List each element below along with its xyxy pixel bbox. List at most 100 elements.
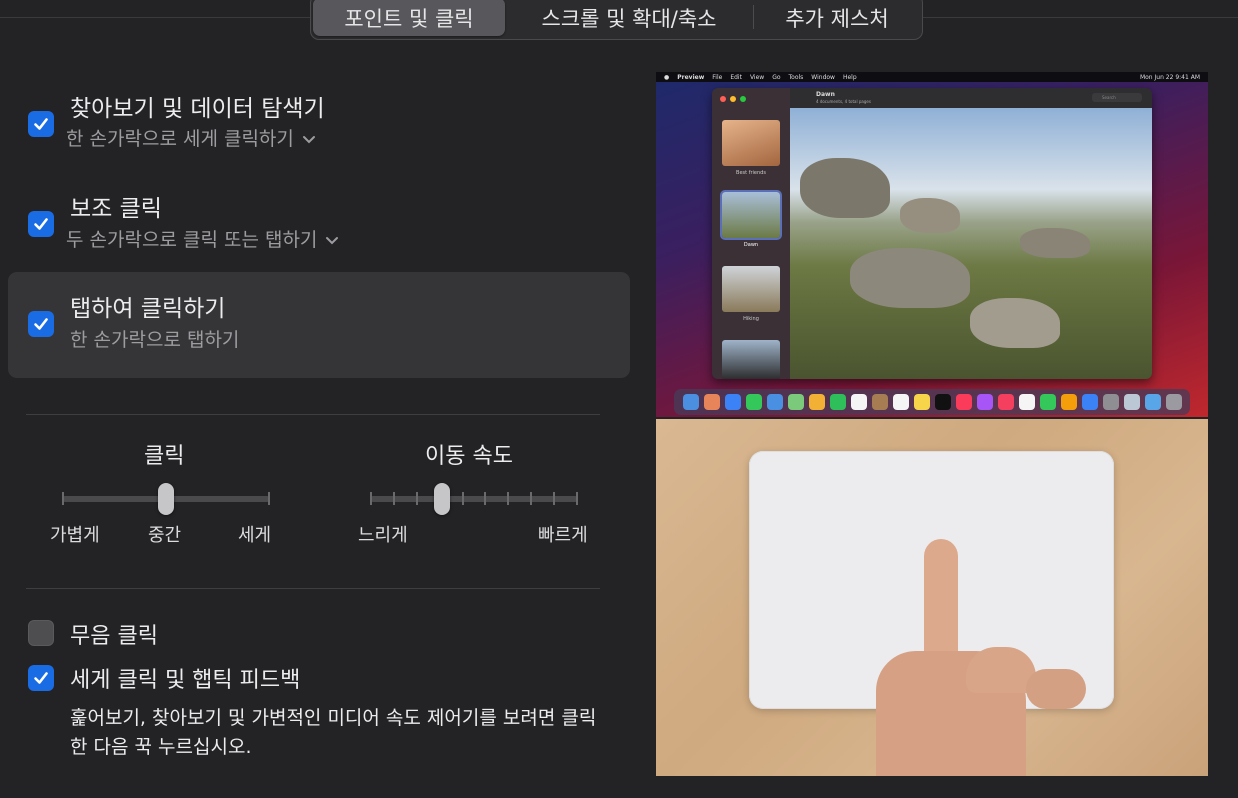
secondary-click-subtitle: 두 손가락으로 클릭 또는 탭하기	[66, 229, 318, 251]
zoom-icon	[740, 96, 746, 102]
curled-fingers	[1026, 669, 1086, 709]
tracking-speed-track[interactable]	[370, 496, 578, 502]
menubar-item: File	[712, 73, 723, 81]
reminders-icon	[892, 394, 909, 410]
menubar-item: Preview	[677, 73, 705, 81]
preview-sidebar: Best friends Dawn Hiking	[712, 88, 790, 379]
slider-tick	[530, 492, 532, 505]
gesture-preview-video: ● Preview File Edit View Go Tools Window…	[656, 72, 1208, 776]
maps-icon	[787, 394, 804, 410]
tv-icon	[934, 394, 951, 410]
finder-icon	[682, 394, 699, 410]
click-slider-thumb[interactable]	[158, 483, 174, 515]
force-click-description: 훑어보기, 찾아보기 및 가변적인 미디어 속도 제어기를 보려면 클릭한 다음…	[70, 707, 597, 758]
podcasts-icon	[976, 394, 993, 410]
click-slider-title: 클릭	[144, 444, 185, 469]
numbers-icon	[1039, 394, 1056, 410]
divider	[26, 414, 600, 415]
tracking-speed-title: 이동 속도	[425, 444, 513, 469]
safari-icon	[724, 394, 741, 410]
mail-icon	[766, 394, 783, 410]
slider-tick	[370, 492, 372, 505]
checkmark-icon	[34, 672, 48, 684]
slider-tick	[393, 492, 395, 505]
preview-toolbar: Dawn 4 documents, 4 total pages Search	[790, 88, 1152, 108]
menubar-item: Window	[811, 73, 835, 81]
tab-point-and-click[interactable]: 포인트 및 클릭	[313, 0, 505, 36]
thumbnail-hiking	[722, 266, 780, 312]
photo-rock	[900, 198, 960, 233]
preview-desk-trackpad	[656, 419, 1208, 776]
trash-icon	[1165, 394, 1182, 410]
click-slider-medium-label: 중간	[148, 525, 182, 546]
calendar-icon	[850, 394, 867, 410]
search-field: Search	[1092, 93, 1142, 102]
apple-icon: ●	[664, 73, 670, 81]
menubar-clock: Mon Jun 22 9:41 AM	[1139, 73, 1200, 81]
tab-scroll-and-zoom[interactable]: 스크롤 및 확대/축소	[505, 0, 753, 36]
preview-app-icon	[1123, 394, 1140, 410]
checkmark-icon	[34, 218, 48, 230]
window-controls	[720, 96, 746, 102]
tap-to-click-checkbox[interactable]	[28, 311, 54, 337]
slider-tick	[507, 492, 509, 505]
facetime-icon	[829, 394, 846, 410]
tab-bar: 포인트 및 클릭 스크롤 및 확대/축소 추가 제스처	[310, 0, 923, 40]
divider	[26, 588, 600, 589]
preview-menubar: ● Preview File Edit View Go Tools Window…	[656, 72, 1208, 82]
slider-tick	[62, 492, 64, 505]
minimize-icon	[730, 96, 736, 102]
tracking-speed-fast-label: 빠르게	[538, 525, 588, 546]
slider-tick	[268, 492, 270, 505]
menubar-item: View	[749, 73, 765, 81]
preview-mac-screen: ● Preview File Edit View Go Tools Window…	[656, 72, 1208, 417]
tracking-speed-slow-label: 느리게	[358, 525, 408, 546]
slider-tick	[576, 492, 578, 505]
thumbnail-caption: Hiking	[743, 316, 759, 322]
lookup-checkbox[interactable]	[28, 111, 54, 137]
system-preferences-icon	[1102, 394, 1119, 410]
thumbnail-dawn	[720, 190, 782, 240]
preview-dock	[674, 389, 1190, 415]
thumbnail-best-friends	[722, 120, 780, 166]
tracking-speed-thumb[interactable]	[434, 483, 450, 515]
photos-icon	[808, 394, 825, 410]
secondary-click-gesture-dropdown[interactable]: 두 손가락으로 클릭 또는 탭하기	[66, 225, 339, 252]
lookup-subtitle: 한 손가락으로 세게 클릭하기	[66, 128, 294, 150]
chevron-down-icon	[302, 136, 315, 144]
tap-to-click-title: 탭하여 클릭하기	[70, 296, 226, 322]
pages-icon	[1060, 394, 1077, 410]
menubar-item: Help	[842, 73, 857, 81]
tap-to-click-subtitle: 한 손가락으로 탭하기	[70, 329, 240, 351]
lookup-gesture-dropdown[interactable]: 한 손가락으로 세게 클릭하기	[66, 124, 316, 151]
click-slider-firm-label: 세게	[238, 525, 272, 546]
notes-icon	[913, 394, 930, 410]
secondary-click-checkbox[interactable]	[28, 211, 54, 237]
slider-tick	[462, 492, 464, 505]
app-store-icon	[1081, 394, 1098, 410]
close-icon	[720, 96, 726, 102]
secondary-click-title: 보조 클릭	[70, 196, 162, 222]
force-click-label: 세게 클릭 및 햅틱 피드백	[70, 668, 301, 693]
messages-icon	[745, 394, 762, 410]
slider-tick	[416, 492, 418, 505]
menubar-item: Tools	[788, 73, 804, 81]
photo-rock	[970, 298, 1060, 348]
music-icon	[955, 394, 972, 410]
contacts-icon	[871, 394, 888, 410]
news-icon	[997, 394, 1014, 410]
thumbnail-caption: Dawn	[743, 242, 759, 248]
photo-rock	[1020, 228, 1090, 258]
photo-rock	[800, 158, 890, 218]
silent-click-checkbox[interactable]	[28, 620, 54, 646]
preview-app-window: Best friends Dawn Hiking Dawn 4 document…	[712, 88, 1152, 379]
checkmark-icon	[34, 118, 48, 130]
window-subtitle: 4 documents, 4 total pages	[816, 99, 871, 104]
lookup-title: 찾아보기 및 데이터 탐색기	[70, 96, 325, 122]
preview-main-photo	[790, 108, 1152, 379]
force-click-checkbox[interactable]	[28, 665, 54, 691]
slider-tick	[553, 492, 555, 505]
tab-more-gestures[interactable]: 추가 제스처	[754, 0, 920, 36]
chevron-down-icon	[326, 237, 339, 245]
slider-tick	[484, 492, 486, 505]
